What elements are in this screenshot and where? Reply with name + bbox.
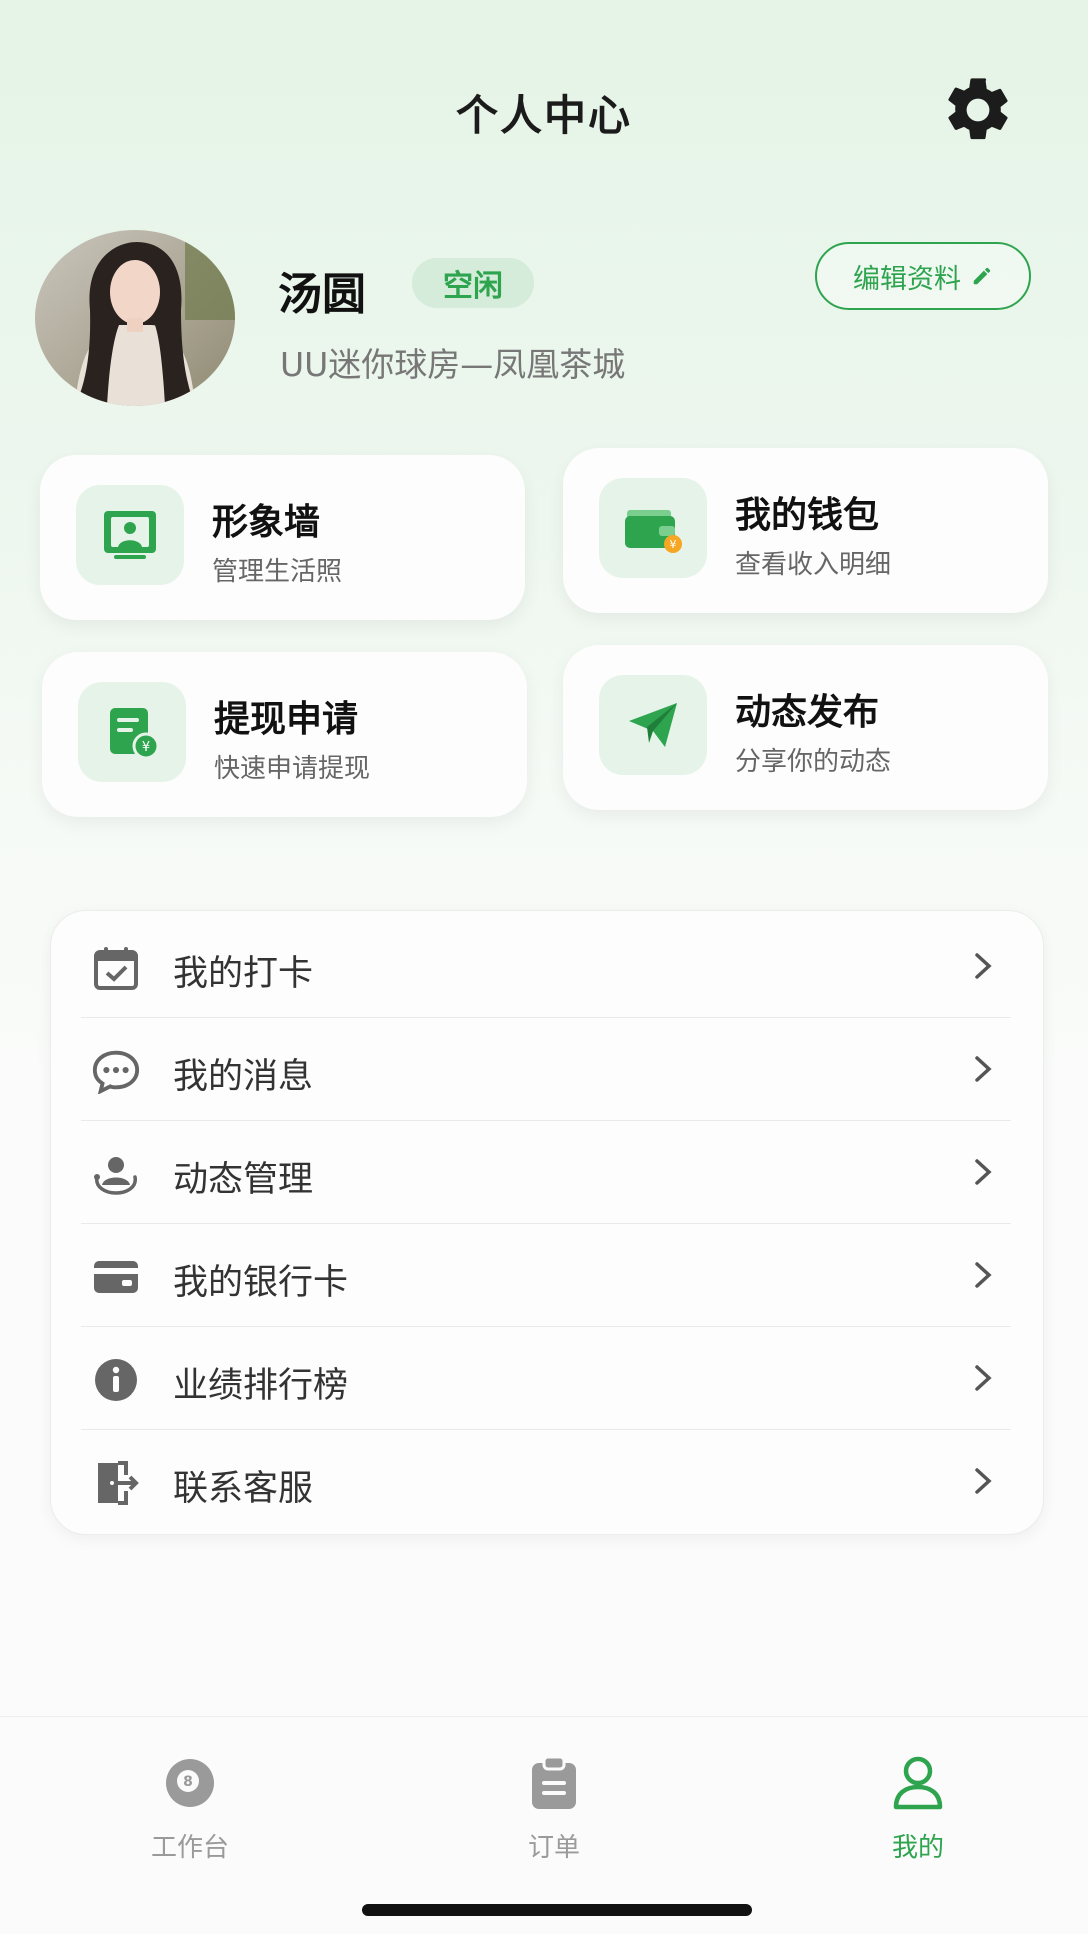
photo-icon (76, 485, 184, 585)
chevron-right-icon (975, 1056, 992, 1082)
svg-text:¥: ¥ (670, 538, 677, 551)
card-title: 动态发布 (735, 692, 880, 733)
card-subtitle: 管理生活照 (212, 557, 343, 587)
tab-label: 工作台 (150, 1833, 229, 1863)
menu-item-label: 动态管理 (173, 1160, 314, 1200)
menu-list: 我的打卡 我的消息 动态管理 我的银行卡 业绩排行榜 联系客服 (50, 910, 1044, 1535)
tab-mine[interactable]: 我的 (818, 1747, 1018, 1877)
svg-text:8: 8 (183, 1774, 193, 1790)
menu-item-post-management[interactable]: 动态管理 (81, 1121, 1011, 1224)
menu-item-label: 联系客服 (173, 1469, 314, 1509)
menu-item-check-in[interactable]: 我的打卡 (81, 915, 1011, 1018)
menu-item-label: 我的消息 (173, 1057, 314, 1097)
user-share-icon (91, 1149, 141, 1199)
menu-item-label: 我的银行卡 (173, 1263, 349, 1303)
edit-profile-button[interactable]: 编辑资料 (815, 242, 1031, 310)
exit-door-icon (91, 1458, 141, 1508)
chevron-right-icon (975, 1159, 992, 1185)
card-subtitle: 分享你的动态 (735, 747, 892, 777)
profile-name: 汤圆 (278, 269, 366, 320)
bottom-nav: 8 工作台 订单 我的 (0, 1716, 1088, 1934)
user-icon (888, 1753, 948, 1813)
card-title: 提现申请 (214, 699, 359, 740)
card-title: 我的钱包 (735, 495, 880, 536)
card-title: 形象墙 (212, 502, 321, 543)
chevron-right-icon (975, 1262, 992, 1288)
card-subtitle: 查看收入明细 (735, 550, 892, 580)
bank-card-icon (91, 1252, 141, 1302)
info-icon (91, 1355, 141, 1405)
svg-text:¥: ¥ (142, 740, 150, 755)
card-withdraw-request[interactable]: ¥ 提现申请 快速申请提现 (42, 652, 527, 817)
wallet-icon: ¥ (599, 478, 707, 578)
clipboard-icon (524, 1753, 584, 1813)
pencil-icon (973, 267, 991, 285)
card-post-update[interactable]: 动态发布 分享你的动态 (563, 645, 1048, 810)
tab-label: 订单 (527, 1833, 580, 1863)
tab-workbench[interactable]: 8 工作台 (90, 1747, 290, 1877)
card-image-wall[interactable]: 形象墙 管理生活照 (40, 455, 525, 620)
menu-item-messages[interactable]: 我的消息 (81, 1018, 1011, 1121)
settings-button[interactable] (940, 72, 1016, 148)
billiard-ball-icon: 8 (160, 1753, 220, 1813)
status-badge: 空闲 (412, 258, 534, 308)
chat-bubble-icon (91, 1046, 141, 1096)
gear-icon (948, 78, 1008, 140)
menu-item-label: 业绩排行榜 (173, 1366, 349, 1406)
card-subtitle: 快速申请提现 (214, 754, 371, 784)
page-title: 个人中心 (455, 91, 632, 140)
menu-item-label: 我的打卡 (173, 954, 314, 994)
avatar-photo (35, 230, 235, 406)
home-indicator (362, 1904, 752, 1916)
edit-profile-label: 编辑资料 (853, 263, 961, 295)
store-name: UU迷你球房—凤凰茶城 (280, 345, 626, 384)
tab-label: 我的 (891, 1833, 944, 1863)
menu-item-performance-ranking[interactable]: 业绩排行榜 (81, 1327, 1011, 1430)
card-my-wallet[interactable]: ¥ 我的钱包 查看收入明细 (563, 448, 1048, 613)
paper-plane-icon (599, 675, 707, 775)
calendar-check-icon (91, 943, 141, 993)
chevron-right-icon (975, 1468, 992, 1494)
avatar[interactable] (35, 230, 235, 406)
chevron-right-icon (975, 1365, 992, 1391)
tab-orders[interactable]: 订单 (454, 1747, 654, 1877)
menu-item-bank-card[interactable]: 我的银行卡 (81, 1224, 1011, 1327)
chevron-right-icon (975, 953, 992, 979)
menu-item-customer-service[interactable]: 联系客服 (81, 1430, 1011, 1533)
withdraw-icon: ¥ (78, 682, 186, 782)
